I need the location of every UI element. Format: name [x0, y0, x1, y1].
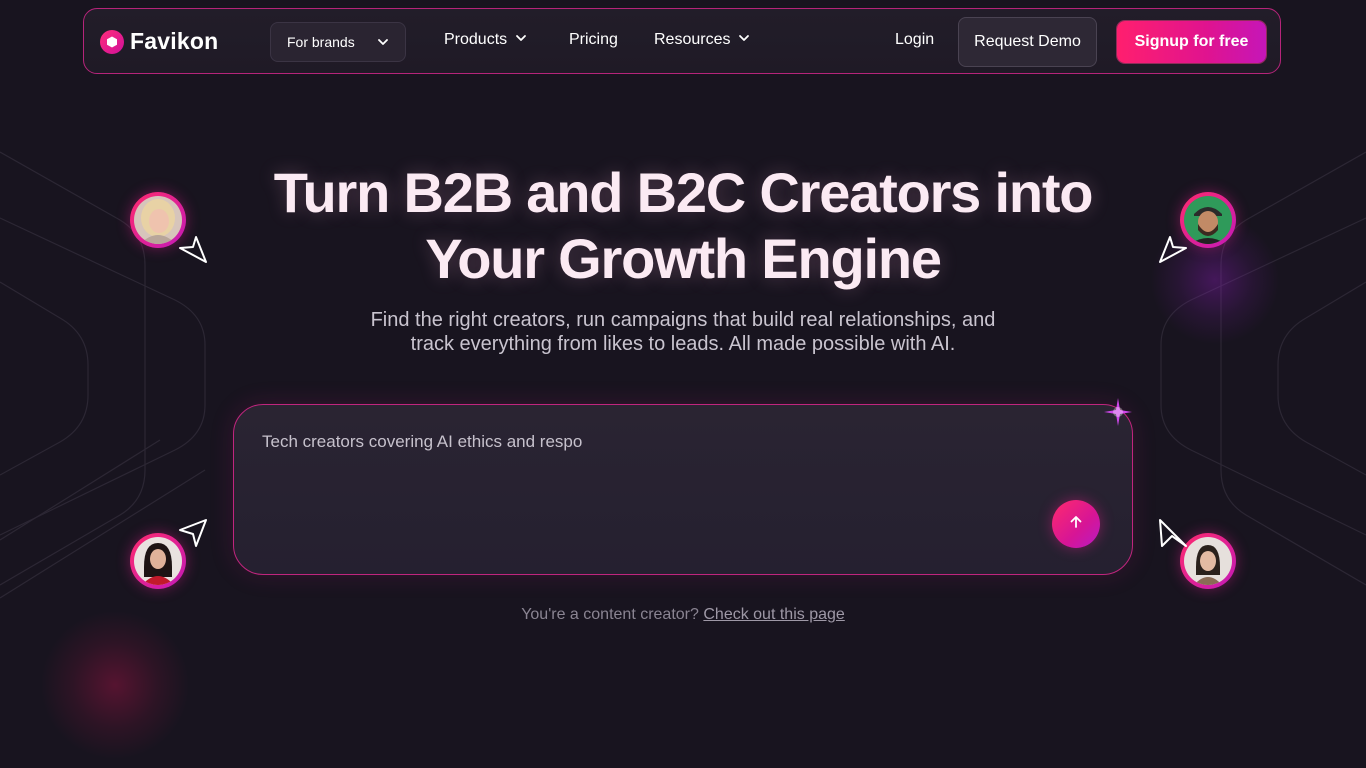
creator-avatar-blonde-icon	[134, 196, 182, 244]
audience-dropdown-label: For brands	[287, 34, 355, 50]
hero-title-line2: Your Growth Engine	[425, 227, 942, 290]
hero-subtitle-line1: Find the right creators, run campaigns t…	[370, 309, 996, 331]
nav-pricing-label: Pricing	[569, 31, 618, 48]
favikon-logo[interactable]: Favikon	[100, 28, 218, 55]
creator-search-input[interactable]: Tech creators covering AI ethics and res…	[233, 404, 1133, 575]
cursor-pointer-icon	[176, 516, 210, 555]
chevron-down-icon	[515, 31, 527, 49]
signup-button[interactable]: Signup for free	[1117, 21, 1266, 63]
nav-resources-label: Resources	[654, 31, 731, 48]
arrow-up-icon	[1068, 514, 1084, 535]
content-creator-link[interactable]: Check out this page	[703, 606, 844, 623]
background-glow	[40, 610, 190, 760]
content-creator-question: You're a content creator?	[521, 606, 699, 623]
cursor-pointer-icon	[1156, 516, 1190, 555]
cursor-pointer-icon	[176, 232, 210, 271]
content-creator-note: You're a content creator? Check out this…	[283, 606, 1083, 624]
creator-search-text[interactable]: Tech creators covering AI ethics and res…	[262, 432, 582, 452]
hero-subtitle-line2: track everything from likes to leads. Al…	[410, 333, 956, 355]
chevron-down-icon	[738, 31, 750, 49]
nav-pricing[interactable]: Pricing	[569, 31, 618, 49]
creator-avatar-bearded-icon	[1184, 196, 1232, 244]
request-demo-button[interactable]: Request Demo	[958, 17, 1097, 67]
nav-resources[interactable]: Resources	[654, 31, 750, 49]
logo-text: Favikon	[130, 28, 219, 54]
login-label: Login	[895, 31, 935, 48]
cursor-pointer-icon	[1156, 232, 1190, 271]
hero-subtitle: Find the right creators, run campaigns t…	[283, 308, 1083, 356]
nav-products-label: Products	[444, 31, 508, 48]
favikon-logo-icon	[100, 29, 124, 54]
hero-title: Turn B2B and B2C Creators into Your Grow…	[183, 160, 1183, 292]
page: Favikon For brands Products Pricing Reso…	[0, 0, 1366, 768]
creator-avatar-dark-hair-icon	[1184, 537, 1232, 585]
audience-dropdown[interactable]: For brands	[270, 22, 406, 62]
sparkle-icon	[1100, 394, 1136, 435]
creator-avatar-red-dress-icon	[134, 537, 182, 585]
top-navbar: Favikon For brands Products Pricing Reso…	[83, 8, 1281, 74]
send-button[interactable]	[1052, 500, 1100, 548]
hero-title-line1: Turn B2B and B2C Creators into	[273, 161, 1094, 224]
background-pattern	[0, 151, 1366, 599]
login-link[interactable]: Login	[895, 31, 934, 49]
nav-products[interactable]: Products	[444, 31, 527, 49]
chevron-down-icon	[377, 35, 389, 53]
